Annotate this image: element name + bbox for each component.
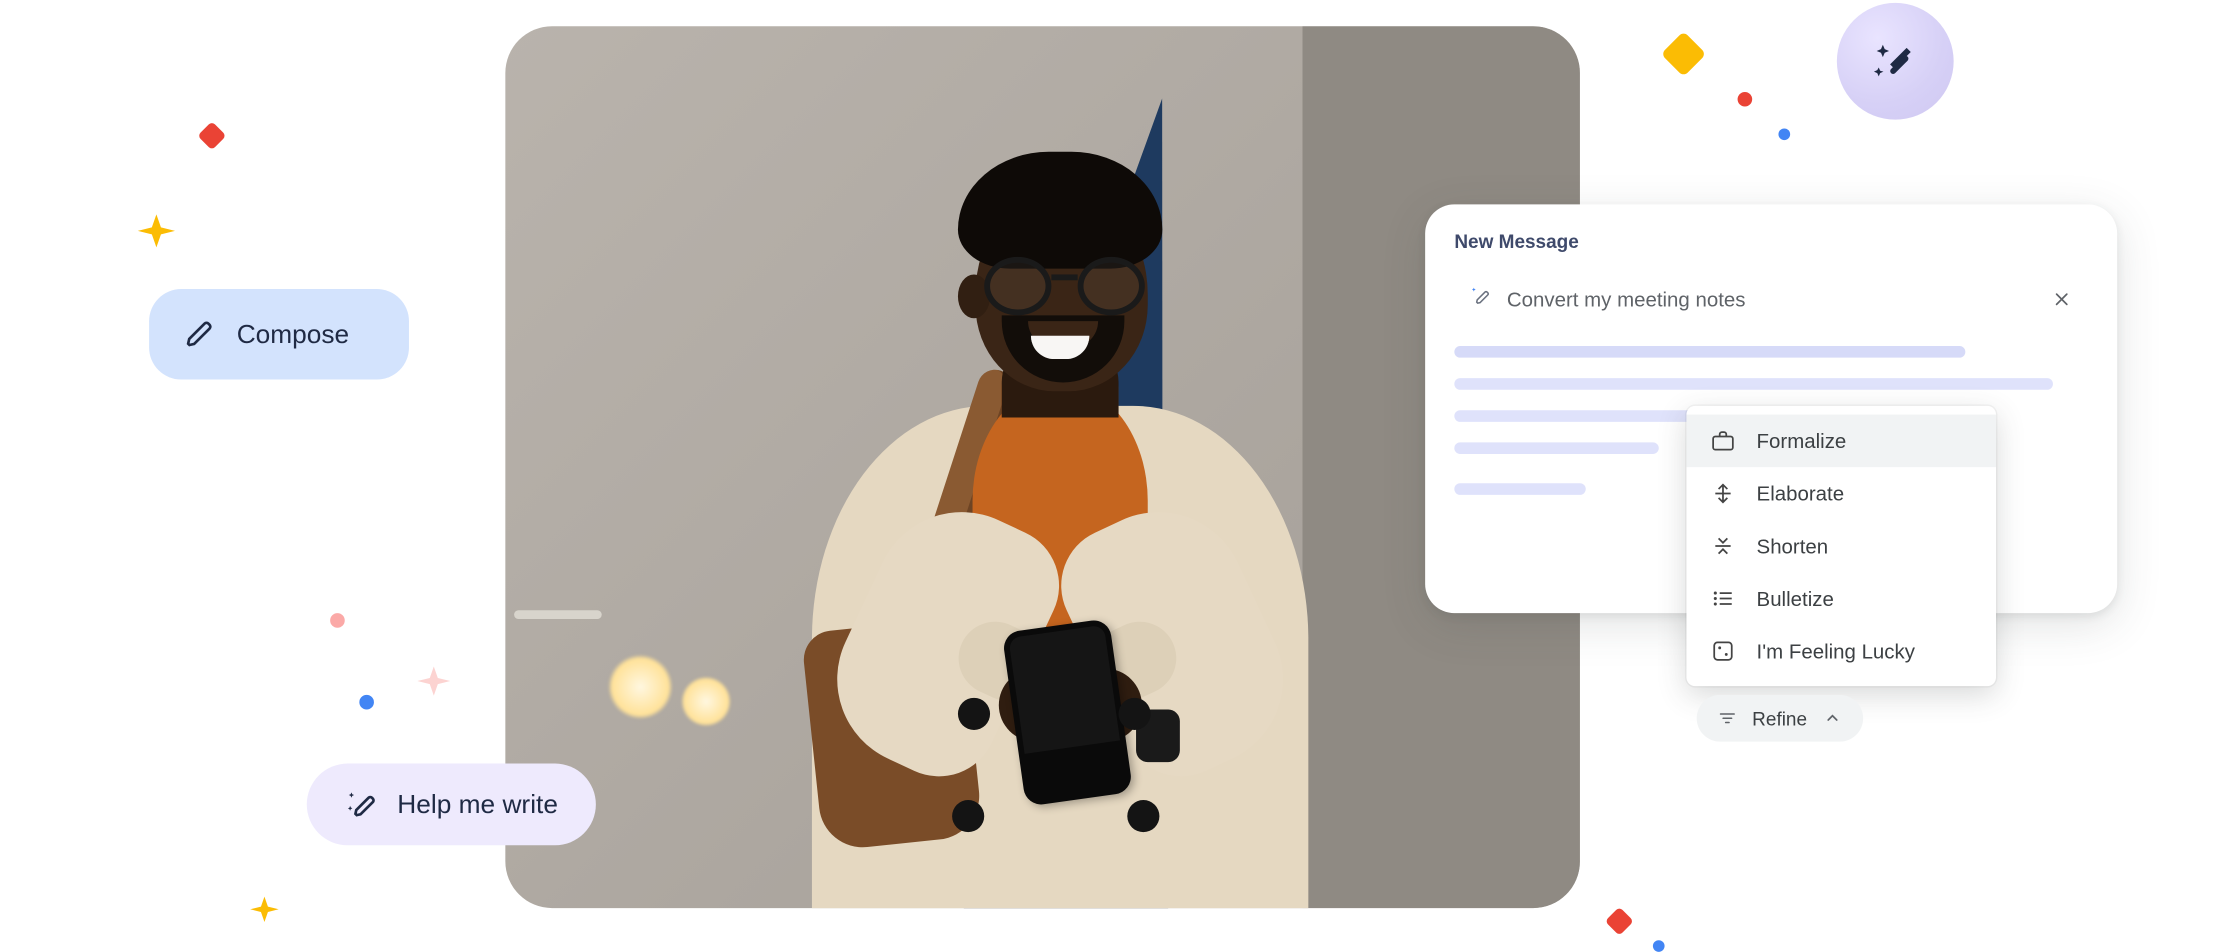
magic-pencil-icon — [345, 788, 377, 820]
bullet-list-icon — [1710, 585, 1736, 611]
menu-item-label: Bulletize — [1757, 587, 1834, 610]
filter-icon — [1717, 708, 1737, 728]
clear-prompt-button[interactable] — [2047, 285, 2076, 314]
dot-blue-icon — [359, 695, 374, 710]
skeleton-line — [1454, 442, 1658, 454]
help-me-write-button[interactable]: Help me write — [307, 764, 596, 846]
pencil-icon — [184, 318, 216, 350]
compose-button[interactable]: Compose — [149, 289, 409, 380]
menu-item-label: I'm Feeling Lucky — [1757, 639, 1915, 662]
diamond-red2-icon — [1605, 907, 1634, 936]
menu-item-shorten[interactable]: Shorten — [1686, 520, 1996, 573]
dot-blue2-icon — [1778, 128, 1790, 140]
hero-illustration — [505, 26, 1580, 908]
dot-pink-icon — [330, 613, 345, 628]
close-icon — [2051, 289, 2071, 309]
dot-red-icon — [1738, 92, 1753, 107]
diamond-red-icon — [197, 121, 226, 150]
menu-item-label: Shorten — [1757, 534, 1829, 557]
help-me-write-label: Help me write — [397, 789, 558, 820]
diamond-yellow-icon — [1661, 31, 1706, 76]
dice-icon — [1710, 638, 1736, 664]
dot-blue3-icon — [1653, 940, 1665, 952]
sparkle-yellow-small-icon — [245, 893, 283, 938]
menu-item-formalize[interactable]: Formalize — [1686, 415, 1996, 468]
prompt-input[interactable]: Convert my meeting notes — [1454, 273, 2088, 326]
sparkle-yellow-icon — [132, 210, 182, 267]
ai-wand-badge — [1837, 3, 1954, 120]
briefcase-icon — [1710, 428, 1736, 454]
skeleton-line — [1454, 483, 1585, 495]
magic-wand-icon — [1870, 36, 1920, 86]
card-title: New Message — [1454, 231, 2088, 253]
magic-pencil-small-icon — [1469, 284, 1492, 315]
refine-label: Refine — [1752, 707, 1807, 729]
menu-item-bulletize[interactable]: Bulletize — [1686, 572, 1996, 625]
collapse-vertical-icon — [1710, 533, 1736, 559]
expand-vertical-icon — [1710, 480, 1736, 506]
skeleton-line — [1454, 346, 1965, 358]
chevron-up-icon — [1822, 708, 1842, 728]
refine-menu: Formalize Elaborate Shorten Bulletize I'… — [1686, 406, 1996, 686]
menu-item-label: Formalize — [1757, 429, 1847, 452]
menu-item-elaborate[interactable]: Elaborate — [1686, 467, 1996, 520]
menu-item-label: Elaborate — [1757, 482, 1845, 505]
sparkle-pink-icon — [412, 663, 456, 714]
compose-label: Compose — [237, 319, 349, 350]
menu-item-feeling-lucky[interactable]: I'm Feeling Lucky — [1686, 625, 1996, 678]
skeleton-line — [1454, 378, 2053, 390]
prompt-text: Convert my meeting notes — [1507, 288, 1746, 311]
refine-button[interactable]: Refine — [1697, 695, 1863, 742]
